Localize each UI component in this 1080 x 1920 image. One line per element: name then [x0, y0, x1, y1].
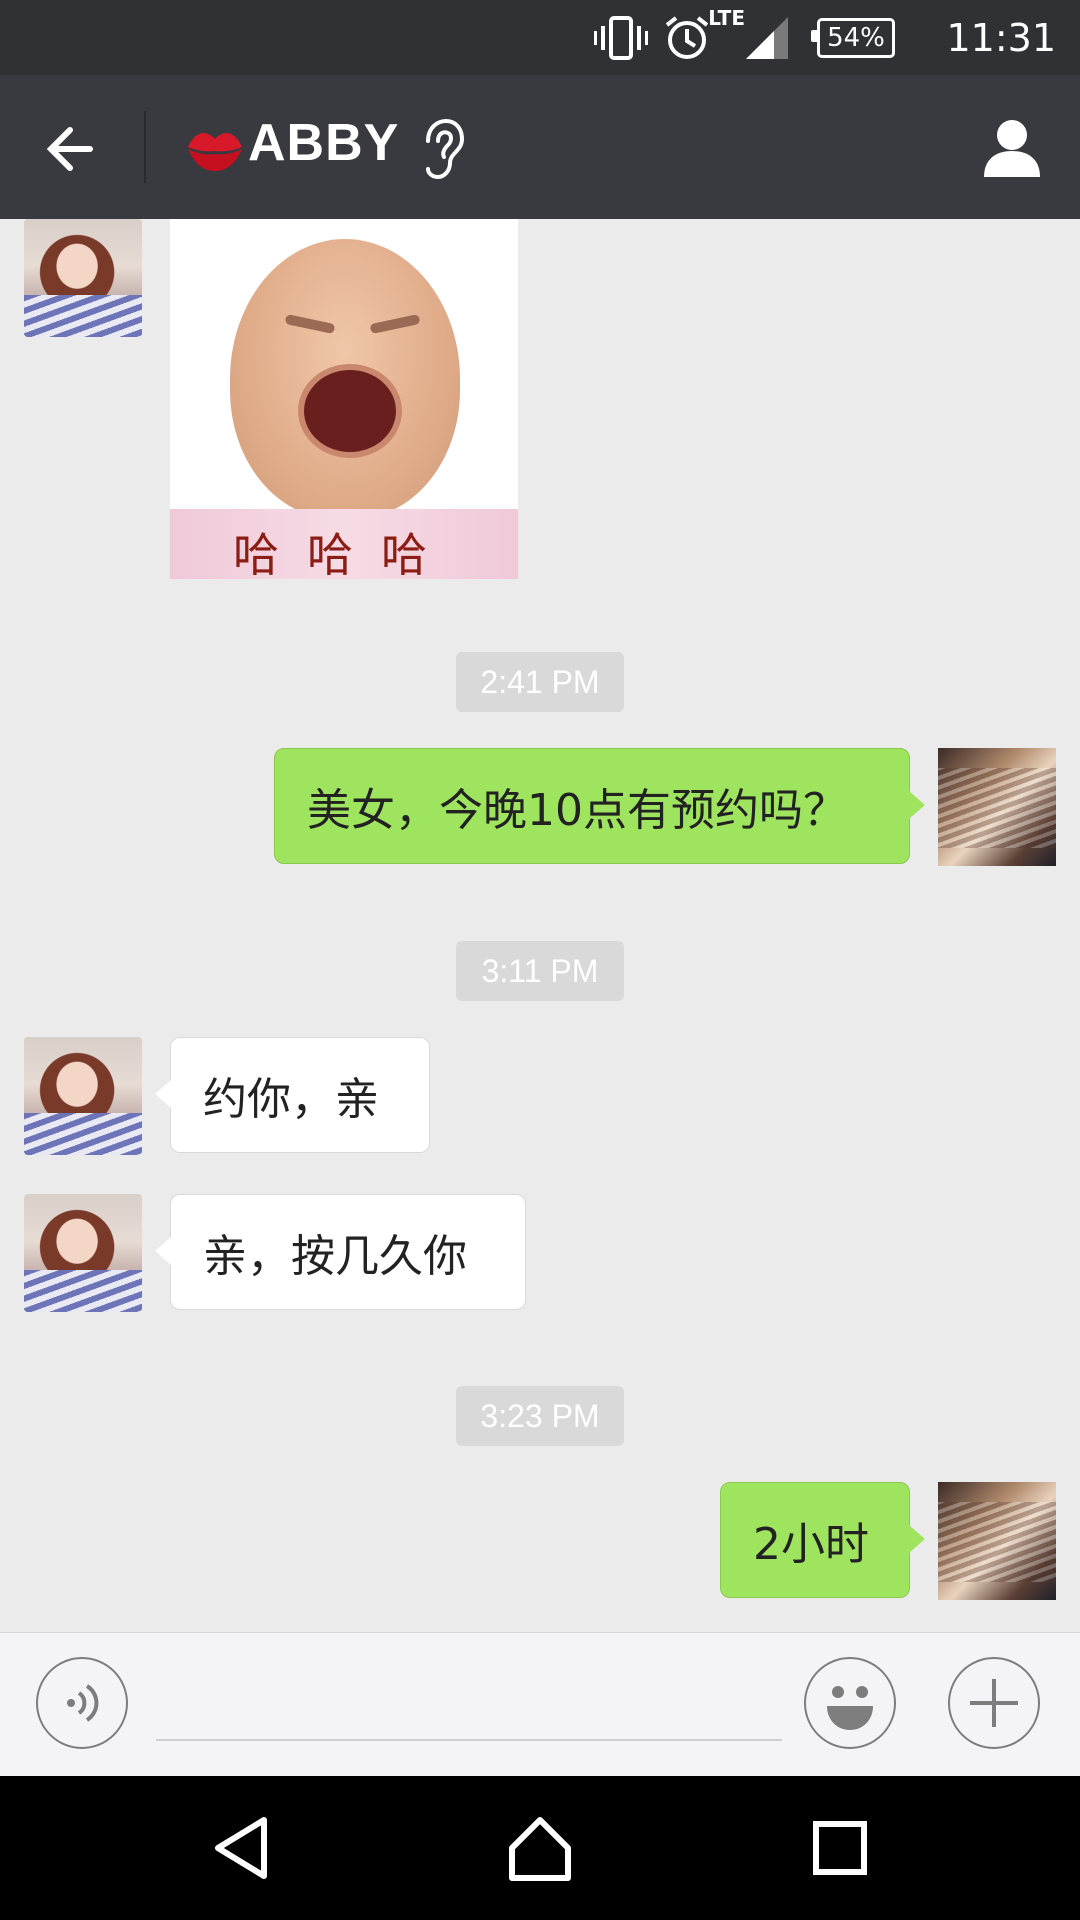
sticker-message[interactable]: 哈哈哈 [170, 219, 518, 579]
chat-message-list[interactable]: 哈哈哈 2:41 PM 美女，今晚10点有预约吗？ 3:11 PM 约你，亲 亲… [0, 219, 1080, 1632]
battery-icon: 54% [811, 0, 895, 75]
incoming-message[interactable]: 约你，亲 [155, 1037, 430, 1153]
alarm-icon [664, 0, 710, 75]
message-input[interactable] [156, 1673, 782, 1741]
my-avatar[interactable] [938, 748, 1056, 866]
incoming-message[interactable]: 亲，按几久你 [155, 1194, 526, 1310]
timestamp: 3:11 PM [456, 941, 624, 1001]
my-avatar[interactable] [938, 1482, 1056, 1600]
profile-icon[interactable] [980, 115, 1044, 179]
clock: 11:31 [946, 15, 1056, 60]
contact-avatar[interactable] [24, 1194, 142, 1312]
nav-back-icon[interactable] [208, 1812, 280, 1884]
timestamp: 3:23 PM [456, 1386, 624, 1446]
contact-avatar[interactable] [24, 1037, 142, 1155]
chat-header: ABBY [0, 75, 1080, 219]
nav-recents-icon[interactable] [804, 1812, 876, 1884]
vibrate-icon [594, 0, 648, 75]
outgoing-message[interactable]: 2小时 [720, 1482, 925, 1598]
plus-icon[interactable] [948, 1657, 1040, 1749]
status-bar: LTE 54% 11:31 [0, 0, 1080, 75]
timestamp: 2:41 PM [456, 652, 624, 712]
sticker-caption: 哈哈哈 [233, 528, 455, 579]
ear-icon[interactable] [418, 117, 466, 181]
back-arrow-icon[interactable] [40, 117, 104, 181]
signal-icon [744, 0, 790, 75]
outgoing-message[interactable]: 美女，今晚10点有预约吗？ [274, 748, 925, 864]
message-input-bar [0, 1632, 1080, 1777]
system-navigation-bar [0, 1776, 1080, 1920]
chat-title: ABBY [248, 114, 400, 172]
emoji-icon[interactable] [804, 1657, 896, 1749]
nav-home-icon[interactable] [504, 1812, 576, 1884]
lips-icon [186, 121, 244, 175]
contact-avatar[interactable] [24, 219, 142, 337]
voice-icon[interactable] [36, 1657, 128, 1749]
header-divider [144, 111, 146, 183]
battery-level: 54% [811, 17, 895, 58]
network-type: LTE [708, 6, 745, 30]
